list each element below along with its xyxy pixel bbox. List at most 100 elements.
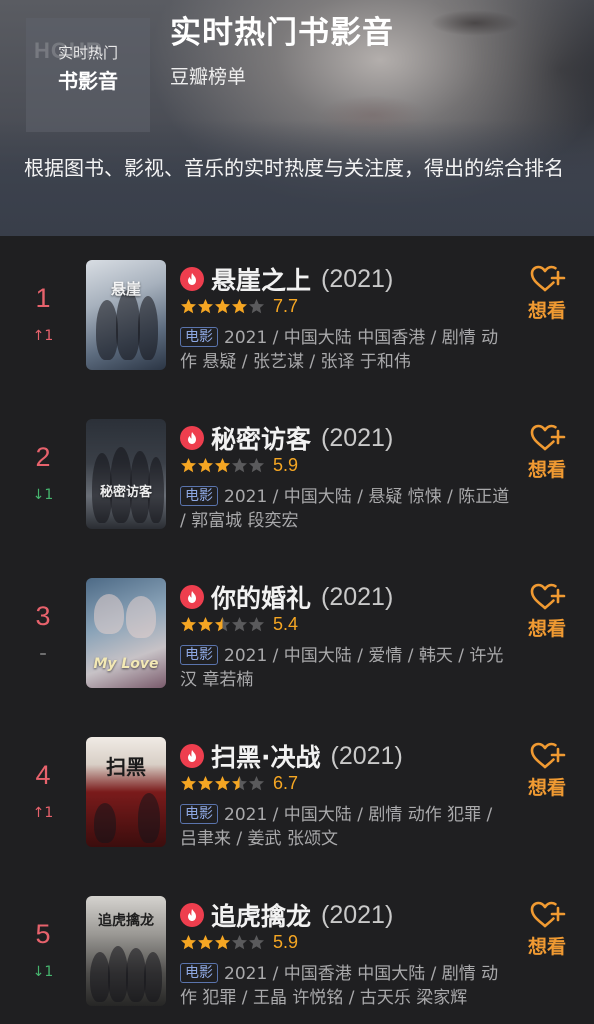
item-title: 追虎擒龙 (211, 902, 312, 931)
rating-row: 5.9 (180, 453, 298, 477)
rank-number: 3 (35, 601, 51, 631)
banner-background-image (430, 10, 520, 36)
want-to-watch-button[interactable]: 想看 (520, 581, 574, 641)
title-row[interactable]: 秘密访客 (2021) (180, 421, 393, 455)
star-icon (198, 457, 213, 472)
heart-plus-icon (530, 265, 566, 292)
meta-text: 2021 / 中国大陆 / 爱情 / 韩天 / 许光汉 章若楠 (180, 646, 504, 690)
heart-plus-icon (530, 583, 566, 610)
item-meta: 电影 2021 / 中国大陆 中国香港 / 剧情 动作 悬疑 / 张艺谋 / 张译… (180, 326, 510, 374)
type-tag: 电影 (180, 804, 218, 824)
poster-image[interactable]: 扫黑 (86, 737, 166, 847)
rating-row: 5.9 (180, 930, 298, 954)
rank-change: ↓1 (32, 964, 54, 980)
list-badge: HOUR 实时热门 书影音 (26, 18, 150, 132)
rank-change: ↓1 (32, 487, 54, 503)
want-to-watch-button[interactable]: 想看 (520, 422, 574, 482)
item-year: (2021) (321, 423, 394, 452)
star-icon (198, 775, 213, 790)
star-icon (249, 775, 264, 790)
hot-flame-icon (180, 585, 204, 609)
rating-row: 5.4 (180, 612, 298, 636)
item-year: (2021) (321, 900, 394, 929)
want-to-watch-label: 想看 (527, 777, 566, 799)
type-tag: 电影 (180, 645, 218, 665)
rank-number: 1 (35, 283, 51, 313)
item-meta: 电影 2021 / 中国大陆 / 剧情 动作 犯罪 / 吕聿来 / 姜武 张颂文 (180, 803, 510, 851)
heart-plus-icon (530, 901, 566, 928)
star-icon (215, 934, 230, 949)
item-title: 扫黑·决战 (211, 743, 321, 772)
ranking-item[interactable]: 5 ↓1 追虎擒龙 追虎擒龙 (2021) 5.9 电影 2021 / 中国香港 … (0, 872, 594, 1024)
title-row[interactable]: 你的婚礼 (2021) (180, 580, 393, 614)
star-rating (180, 775, 265, 792)
item-title: 秘密访客 (211, 425, 312, 454)
want-to-watch-label: 想看 (527, 459, 566, 481)
rating-row: 6.7 (180, 771, 298, 795)
star-icon (249, 934, 264, 949)
hot-flame-icon (180, 426, 204, 450)
meta-text: 2021 / 中国大陆 / 剧情 动作 犯罪 / 吕聿来 / 姜武 张颂文 (180, 805, 493, 849)
star-icon (232, 775, 247, 790)
want-to-watch-button[interactable]: 想看 (520, 263, 574, 323)
star-icon (215, 616, 230, 631)
poster-image[interactable]: 悬崖 (86, 260, 166, 370)
star-icon (249, 457, 264, 472)
star-icon (249, 616, 264, 631)
star-icon (215, 298, 230, 313)
item-title: 你的婚礼 (211, 584, 312, 613)
type-tag: 电影 (180, 486, 218, 506)
title-row[interactable]: 悬崖之上 (2021) (180, 262, 393, 296)
badge-subtitle: 实时热门 (57, 44, 118, 62)
type-tag: 电影 (180, 327, 218, 347)
item-title: 悬崖之上 (211, 266, 312, 295)
header-banner: HOUR 实时热门 书影音 实时热门书影音 豆瓣榜单 根据图书、影视、音乐的实时… (0, 0, 594, 236)
star-icon (181, 775, 196, 790)
item-year: (2021) (330, 741, 403, 770)
ranking-item[interactable]: 3 – My Love 你的婚礼 (2021) 5.4 电影 2021 / 中国大… (0, 554, 594, 713)
item-meta: 电影 2021 / 中国大陆 / 爱情 / 韩天 / 许光汉 章若楠 (180, 644, 510, 692)
rank-number: 5 (35, 919, 51, 949)
star-icon (232, 934, 247, 949)
star-icon (181, 616, 196, 631)
rating-score: 6.7 (273, 772, 299, 793)
hot-flame-icon (180, 744, 204, 768)
meta-text: 2021 / 中国大陆 / 悬疑 惊悚 / 陈正道 / 郭富城 段奕宏 (180, 487, 510, 531)
ranking-item[interactable]: 1 ↑1 悬崖 悬崖之上 (2021) 7.7 电影 2021 / 中国大陆 中国… (0, 236, 594, 395)
title-row[interactable]: 追虎擒龙 (2021) (180, 898, 393, 932)
poster-title: 扫黑 (106, 755, 146, 779)
poster-title: 秘密访客 (99, 485, 152, 500)
star-icon (181, 457, 196, 472)
star-rating (180, 298, 265, 315)
type-tag: 电影 (180, 963, 218, 983)
want-to-watch-label: 想看 (527, 618, 566, 640)
rating-row: 7.7 (180, 294, 298, 318)
want-to-watch-button[interactable]: 想看 (520, 740, 574, 800)
star-icon (198, 616, 213, 631)
hot-flame-icon (180, 903, 204, 927)
rank-change: ↑1 (32, 805, 54, 821)
star-rating (180, 457, 265, 474)
star-icon (181, 934, 196, 949)
rank-number: 2 (35, 442, 51, 472)
poster-title: 追虎擒龙 (98, 913, 154, 929)
ranking-list: 1 ↑1 悬崖 悬崖之上 (2021) 7.7 电影 2021 / 中国大陆 中国… (0, 236, 594, 1024)
ranking-item[interactable]: 2 ↓1 秘密访客 秘密访客 (2021) 5.9 电影 2021 / 中国大陆 … (0, 395, 594, 554)
want-to-watch-button[interactable]: 想看 (520, 899, 574, 959)
star-icon (232, 457, 247, 472)
want-to-watch-label: 想看 (527, 300, 566, 322)
poster-image[interactable]: 秘密访客 (86, 419, 166, 529)
rating-score: 7.7 (273, 295, 299, 316)
star-rating (180, 934, 265, 951)
meta-text: 2021 / 中国大陆 中国香港 / 剧情 动作 悬疑 / 张艺谋 / 张译 于… (180, 328, 499, 372)
item-meta: 电影 2021 / 中国香港 中国大陆 / 剧情 动作 犯罪 / 王晶 许悦铭 /… (180, 962, 510, 1010)
star-icon (198, 298, 213, 313)
poster-image[interactable]: 追虎擒龙 (86, 896, 166, 1006)
title-row[interactable]: 扫黑·决战 (2021) (180, 739, 403, 773)
ranking-item[interactable]: 4 ↑1 扫黑 扫黑·决战 (2021) 6.7 电影 2021 / 中国大陆 /… (0, 713, 594, 872)
poster-image[interactable]: My Love (86, 578, 166, 688)
rank-number: 4 (35, 760, 51, 790)
rank-change: ↑1 (32, 328, 54, 344)
page-description: 根据图书、影视、音乐的实时热度与关注度，得出的综合排名 (24, 156, 564, 180)
page-source-link[interactable]: 豆瓣榜单 (170, 62, 246, 89)
